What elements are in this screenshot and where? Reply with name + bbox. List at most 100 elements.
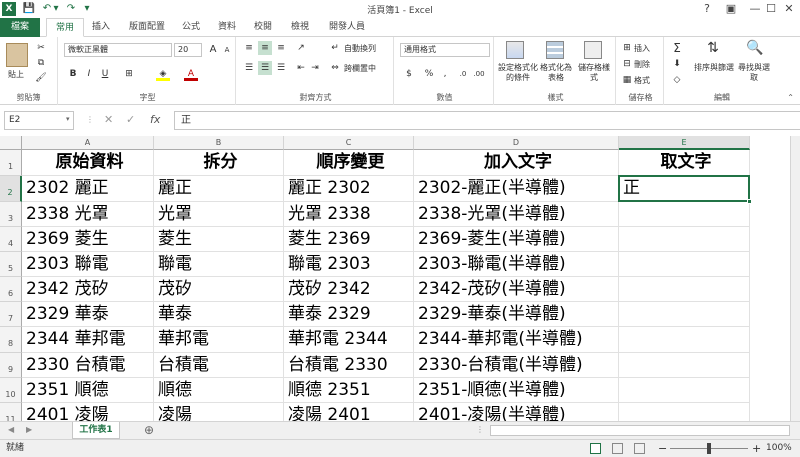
wrap-text-icon[interactable]: ↵ <box>328 41 342 55</box>
insert-cells-icon[interactable]: ⊞ <box>620 41 634 55</box>
cell-a4[interactable]: 2369 菱生 <box>22 227 154 252</box>
percent-button[interactable]: % <box>422 67 436 81</box>
cell-d8[interactable]: 2344-華邦電(半導體) <box>414 327 619 353</box>
zoom-in-button[interactable]: + <box>752 440 761 457</box>
ribbon-display-icon[interactable]: ▣ <box>718 0 744 18</box>
font-color-icon[interactable]: A <box>184 67 198 81</box>
name-box[interactable]: E2 <box>4 111 74 130</box>
conditional-format-button[interactable]: 設定格式化的條件 <box>498 63 538 83</box>
cell-a5[interactable]: 2303 聯電 <box>22 252 154 277</box>
column-header-b[interactable]: B <box>154 136 284 150</box>
cell-c10[interactable]: 順德 2351 <box>284 378 414 403</box>
cell-e11[interactable] <box>619 403 750 421</box>
cell-d5[interactable]: 2303-聯電(半導體) <box>414 252 619 277</box>
cell-c11[interactable]: 凌陽 2401 <box>284 403 414 421</box>
row-header-11[interactable]: 11 <box>0 403 22 421</box>
cut-icon[interactable]: ✂ <box>34 41 48 55</box>
tab-page-layout[interactable]: 版面配置 <box>122 18 172 37</box>
cell-d2[interactable]: 2302-麗正(半導體) <box>414 176 619 202</box>
comma-button[interactable]: , <box>438 67 452 81</box>
page-layout-view-icon[interactable] <box>612 443 623 454</box>
find-select-icon[interactable]: 🔍 <box>746 41 763 55</box>
align-left-icon[interactable]: ☰ <box>242 61 256 75</box>
cell-c9[interactable]: 台積電 2330 <box>284 353 414 378</box>
merge-center-icon[interactable]: ⇔ <box>328 61 342 75</box>
cell-d1[interactable]: 加入文字 <box>414 150 619 176</box>
cell-c4[interactable]: 菱生 2369 <box>284 227 414 252</box>
copy-icon[interactable]: ⧉ <box>34 56 48 70</box>
cell-e1[interactable]: 取文字 <box>619 150 750 176</box>
delete-cells-button[interactable]: 刪除 <box>634 59 650 70</box>
tab-formulas[interactable]: 公式 <box>176 18 206 37</box>
tab-view[interactable]: 檢視 <box>285 18 315 37</box>
close-icon[interactable]: ✕ <box>776 0 800 18</box>
row-header-4[interactable]: 4 <box>0 227 22 252</box>
italic-button[interactable]: I <box>82 67 96 81</box>
row-header-9[interactable]: 9 <box>0 353 22 378</box>
cell-b9[interactable]: 台積電 <box>154 353 284 378</box>
tab-home[interactable]: 常用 <box>46 18 84 37</box>
cell-b7[interactable]: 華泰 <box>154 302 284 327</box>
cell-c8[interactable]: 華邦電 2344 <box>284 327 414 353</box>
cell-b8[interactable]: 華邦電 <box>154 327 284 353</box>
insert-function-icon[interactable]: fx <box>150 113 160 126</box>
cell-e8[interactable] <box>619 327 750 353</box>
format-cells-icon[interactable]: ▦ <box>620 73 634 87</box>
next-sheet-icon[interactable]: ▶ <box>26 425 32 434</box>
name-box-dropdown-icon[interactable]: ▾ <box>66 115 70 123</box>
tab-insert[interactable]: 插入 <box>86 18 116 37</box>
cell-b10[interactable]: 順德 <box>154 378 284 403</box>
split-grip-icon[interactable]: ⋮ <box>476 425 484 434</box>
tab-review[interactable]: 校閱 <box>248 18 278 37</box>
cell-a3[interactable]: 2338 光罩 <box>22 202 154 227</box>
cancel-icon[interactable]: ✕ <box>104 113 113 126</box>
zoom-slider-thumb[interactable] <box>707 443 711 454</box>
row-header-5[interactable]: 5 <box>0 252 22 277</box>
row-header-1[interactable]: 1 <box>0 150 22 176</box>
zoom-out-button[interactable]: − <box>658 440 667 457</box>
sort-filter-icon[interactable]: ⇅ <box>706 41 720 55</box>
cell-e4[interactable] <box>619 227 750 252</box>
sheet-tab-1[interactable]: 工作表1 <box>72 422 120 439</box>
fill-icon[interactable]: ⬇ <box>670 57 684 71</box>
cell-styles-button[interactable]: 儲存格樣式 <box>576 63 612 83</box>
cell-a10[interactable]: 2351 順德 <box>22 378 154 403</box>
cell-e5[interactable] <box>619 252 750 277</box>
clear-icon[interactable]: ◇ <box>670 73 684 87</box>
cell-b5[interactable]: 聯電 <box>154 252 284 277</box>
row-header-7[interactable]: 7 <box>0 302 22 327</box>
help-icon[interactable]: ? <box>694 0 720 18</box>
row-header-8[interactable]: 8 <box>0 327 22 353</box>
cell-c6[interactable]: 茂矽 2342 <box>284 277 414 302</box>
cell-d4[interactable]: 2369-菱生(半導體) <box>414 227 619 252</box>
formula-input[interactable]: 正 <box>174 111 800 130</box>
cell-d10[interactable]: 2351-順德(半導體) <box>414 378 619 403</box>
cell-a2[interactable]: 2302 麗正 <box>22 176 154 202</box>
grow-font-icon[interactable]: A <box>206 43 220 57</box>
align-right-icon[interactable]: ☰ <box>274 61 288 75</box>
tab-file[interactable]: 檔案 <box>0 18 40 37</box>
zoom-level[interactable]: 100% <box>766 440 792 457</box>
cell-e3[interactable] <box>619 202 750 227</box>
cell-styles-icon[interactable] <box>584 41 602 59</box>
align-bottom-icon[interactable]: ≡ <box>274 41 288 55</box>
cell-e6[interactable] <box>619 277 750 302</box>
font-size-select[interactable]: 20 <box>174 43 202 57</box>
delete-cells-icon[interactable]: ⊟ <box>620 57 634 71</box>
cell-a7[interactable]: 2329 華泰 <box>22 302 154 327</box>
currency-button[interactable]: $ <box>402 67 416 81</box>
cell-a1[interactable]: 原始資料 <box>22 150 154 176</box>
cell-a6[interactable]: 2342 茂矽 <box>22 277 154 302</box>
cell-b6[interactable]: 茂矽 <box>154 277 284 302</box>
align-center-icon[interactable]: ☰ <box>258 61 272 75</box>
cell-c3[interactable]: 光罩 2338 <box>284 202 414 227</box>
tab-developer[interactable]: 開發人員 <box>322 18 372 37</box>
increase-indent-icon[interactable]: ⇥ <box>308 61 322 75</box>
merge-center-button[interactable]: 跨欄置中 <box>344 63 376 74</box>
enter-icon[interactable]: ✓ <box>126 113 135 126</box>
tab-data[interactable]: 資料 <box>212 18 242 37</box>
align-top-icon[interactable]: ≡ <box>242 41 256 55</box>
cell-d9[interactable]: 2330-台積電(半導體) <box>414 353 619 378</box>
decrease-decimal-icon[interactable]: .00 <box>472 67 486 81</box>
column-header-e[interactable]: E <box>619 136 750 150</box>
